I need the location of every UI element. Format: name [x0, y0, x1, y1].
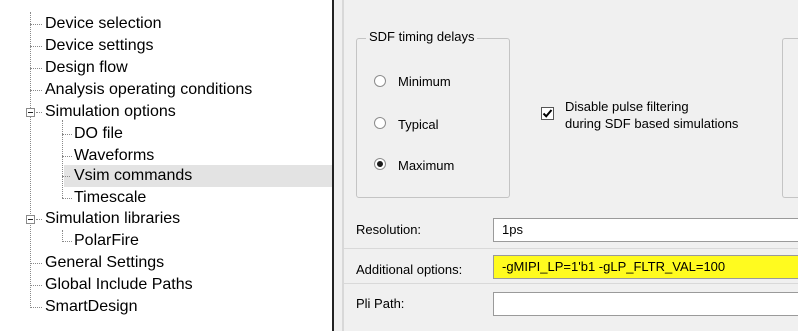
tree-item-label: Design flow: [45, 59, 128, 76]
tree-item-label: Device settings: [45, 37, 154, 54]
collapse-icon[interactable]: [26, 215, 35, 224]
additional-options-input[interactable]: -gMIPI_LP=1'b1 -gLP_FLTR_VAL=100: [493, 255, 798, 279]
tree-item-label: Waveforms: [74, 147, 155, 164]
tree-item-analysis-operating-conditions[interactable]: Analysis operating conditions: [0, 79, 332, 101]
radio-minimum[interactable]: [374, 75, 386, 87]
radio-typical-label: Typical: [398, 117, 439, 132]
pli-path-input[interactable]: [493, 292, 798, 316]
pulse-filter-label-line1: Disable pulse filtering: [565, 99, 689, 114]
resolution-input[interactable]: 1ps: [493, 218, 798, 242]
additional-options-label: Additional options:: [356, 262, 463, 277]
tree-item-global-include-paths[interactable]: Global Include Paths: [0, 274, 332, 296]
tree-item-label: Simulation options: [45, 103, 176, 120]
tree-item-vsim-commands[interactable]: Vsim commands: [62, 165, 332, 187]
partial-group-box: [782, 38, 798, 198]
tree-item-label: PolarFire: [74, 232, 139, 249]
tree-item-label: Simulation libraries: [45, 210, 181, 227]
disable-pulse-filtering-label: Disable pulse filtering during SDF based…: [565, 98, 738, 132]
tree-item-label: SmartDesign: [45, 298, 138, 315]
tree-item-label: Device selection: [45, 15, 162, 32]
tree-item-timescale[interactable]: Timescale: [0, 187, 332, 209]
tree-item-label: Vsim commands: [74, 167, 193, 184]
tree-item-general-settings[interactable]: General Settings: [0, 252, 332, 274]
pli-path-label: Pli Path:: [356, 296, 405, 311]
checkmark-icon: [542, 109, 553, 118]
tree-item-label: Timescale: [74, 189, 147, 206]
tree-item-device-settings[interactable]: Device settings: [0, 35, 332, 57]
disable-pulse-filtering-checkbox[interactable]: [541, 107, 554, 120]
resolution-label: Resolution:: [356, 222, 422, 237]
tree-item-simulation-libraries[interactable]: Simulation libraries: [0, 208, 332, 230]
settings-tree: Device selection Device settings Design …: [0, 0, 334, 331]
tree-item-label: DO file: [74, 125, 123, 142]
tree-item-polarfire[interactable]: PolarFire: [0, 230, 332, 252]
row-separator: [344, 283, 798, 284]
pulse-filter-label-line2: during SDF based simulations: [565, 116, 739, 131]
tree-item-device-selection[interactable]: Device selection: [0, 13, 332, 35]
row-separator: [344, 248, 798, 249]
collapse-icon[interactable]: [26, 108, 35, 117]
tree-item-label: Analysis operating conditions: [45, 81, 253, 98]
radio-maximum-label: Maximum: [398, 158, 455, 173]
tree-item-design-flow[interactable]: Design flow: [0, 57, 332, 79]
tree-item-do-file[interactable]: DO file: [0, 123, 332, 145]
tree-item-waveforms[interactable]: Waveforms: [0, 145, 332, 167]
tree-item-label: Global Include Paths: [45, 276, 193, 293]
panel-divider: [342, 0, 344, 331]
tree-item-simulation-options[interactable]: Simulation options: [0, 101, 332, 123]
sdf-group-title: SDF timing delays: [366, 29, 478, 45]
radio-minimum-label: Minimum: [398, 74, 451, 89]
tree-item-label: General Settings: [45, 254, 165, 271]
radio-typical[interactable]: [374, 117, 386, 129]
radio-maximum[interactable]: [374, 158, 386, 170]
tree-item-smartdesign[interactable]: SmartDesign: [0, 296, 332, 318]
